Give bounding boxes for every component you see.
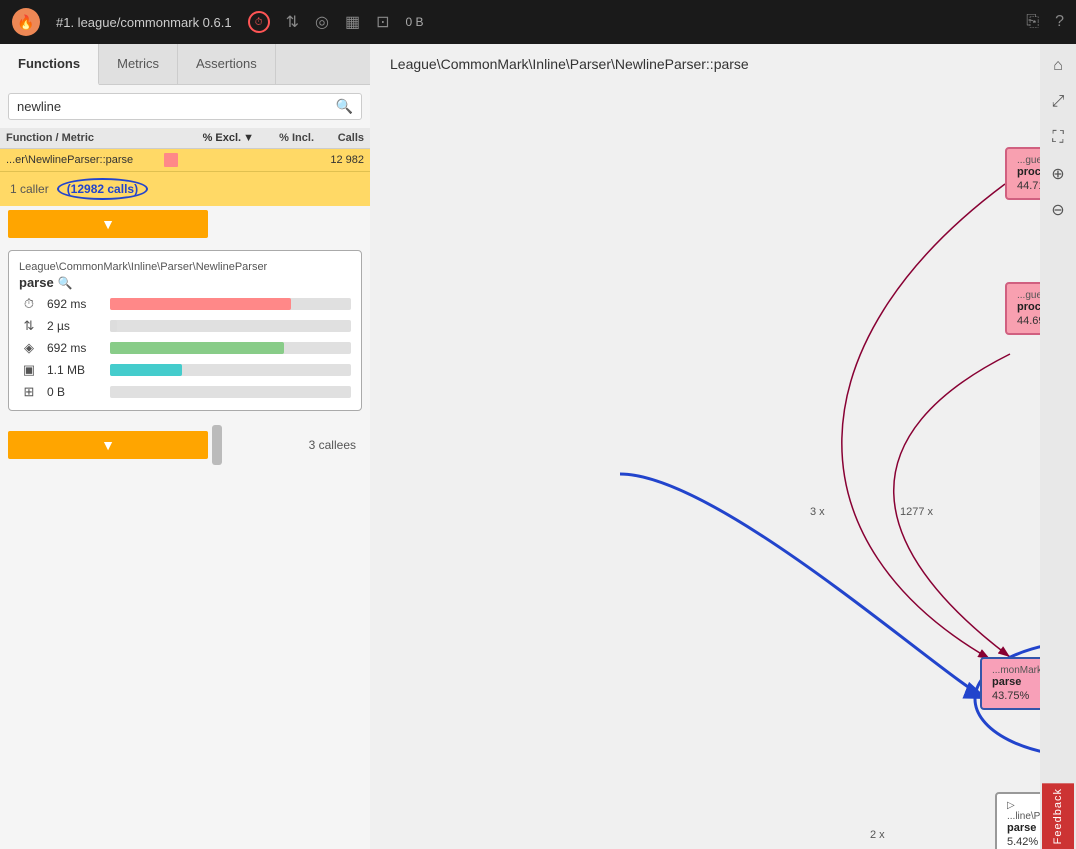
graph-title: League\CommonMark\Inline\Parser\NewlineP… bbox=[390, 56, 749, 72]
tabs-bar: Functions Metrics Assertions bbox=[0, 44, 370, 85]
func-namespace: League\CommonMark\Inline\Parser\NewlineP… bbox=[19, 261, 351, 273]
self-time-icon: ⇅ bbox=[19, 318, 39, 334]
project-title: #1. league/commonmark 0.6.1 bbox=[56, 15, 232, 30]
metric-mem-val: 1.1 MB bbox=[47, 363, 102, 377]
col-header-excl[interactable]: % Excl.▼ bbox=[184, 132, 254, 144]
graph-svg bbox=[370, 44, 1076, 849]
topbar: 🔥 #1. league/commonmark 0.6.1 ⏱ ⇅ ◎ ▦ ⊡ … bbox=[0, 0, 1076, 44]
calls-badge: (12982 calls) bbox=[57, 178, 148, 200]
edge-label-1277: 1277 x bbox=[900, 506, 933, 518]
left-panel: Functions Metrics Assertions 🔍 Function … bbox=[0, 44, 370, 849]
target-icon[interactable]: ◎ bbox=[315, 12, 329, 32]
func-bar bbox=[164, 153, 184, 167]
metric-self-bar bbox=[110, 320, 351, 332]
func-calls-val: 12 982 bbox=[314, 154, 364, 166]
func-detail-name: parse bbox=[19, 275, 54, 290]
metric-row-time: ⏱ 692 ms bbox=[19, 296, 351, 312]
search-bar[interactable]: 🔍 bbox=[8, 93, 362, 120]
app-logo[interactable]: 🔥 bbox=[12, 8, 40, 36]
search-icon[interactable]: 🔍 bbox=[336, 98, 353, 115]
metric-row-self: ⇅ 2 µs bbox=[19, 318, 351, 334]
edge-label-2: 2 x bbox=[870, 829, 885, 841]
share-icon[interactable]: ⎘ bbox=[1026, 13, 1039, 31]
tab-assertions[interactable]: Assertions bbox=[178, 44, 276, 84]
callees-count: 3 callees bbox=[222, 438, 362, 452]
metric-cpu-val: 692 ms bbox=[47, 341, 102, 355]
grid-icon[interactable]: ▦ bbox=[345, 12, 360, 32]
scroll-handle[interactable] bbox=[212, 425, 222, 465]
metric-self-val: 2 µs bbox=[47, 319, 102, 333]
status-badge: ⏱ bbox=[248, 11, 270, 33]
expand-icon[interactable]: ⤢ bbox=[1044, 88, 1072, 116]
func-detail-name-row: parse 🔍 bbox=[19, 275, 351, 290]
expand-callees-button[interactable]: ▼ bbox=[8, 431, 208, 459]
chip-icon[interactable]: ⊡ bbox=[376, 12, 389, 32]
caller-prefix: 1 caller bbox=[10, 182, 49, 196]
metric-time-val: 692 ms bbox=[47, 297, 102, 311]
sort-icon[interactable]: ⇅ bbox=[286, 12, 299, 32]
zoom-out-icon[interactable]: ⊖ bbox=[1044, 196, 1072, 224]
cpu-icon: ◈ bbox=[19, 340, 39, 356]
help-icon[interactable]: ? bbox=[1055, 13, 1064, 31]
tab-functions[interactable]: Functions bbox=[0, 44, 99, 85]
col-header-calls: Calls bbox=[314, 132, 364, 144]
zoom-in-icon[interactable]: ⊕ bbox=[1044, 160, 1072, 188]
func-detail-card: League\CommonMark\Inline\Parser\NewlineP… bbox=[8, 250, 362, 411]
metric-mem-bar bbox=[110, 364, 351, 376]
right-icons-panel: ⌂ ⤢ ⛶ ⊕ ⊖ Feedback bbox=[1040, 44, 1076, 849]
col-header-function: Function / Metric bbox=[6, 132, 184, 144]
col-header-incl: % Incl. bbox=[254, 132, 314, 144]
func-name-cell: ...er\NewlineParser::parse bbox=[6, 154, 164, 166]
metric-io-bar bbox=[110, 386, 351, 398]
metric-io-val: 0 B bbox=[47, 385, 102, 399]
mem-icon: ▣ bbox=[19, 362, 39, 378]
clock-icon: ⏱ bbox=[19, 296, 39, 312]
metric-row-mem: ▣ 1.1 MB bbox=[19, 362, 351, 378]
home-icon[interactable]: ⌂ bbox=[1044, 52, 1072, 80]
fullscreen-icon[interactable]: ⛶ bbox=[1044, 124, 1072, 152]
metric-row-io: ⊞ 0 B bbox=[19, 384, 351, 400]
metric-time-bar bbox=[110, 298, 351, 310]
io-icon: ⊞ bbox=[19, 384, 39, 400]
edge-label-3: 3 x bbox=[810, 506, 825, 518]
table-header: Function / Metric % Excl.▼ % Incl. Calls bbox=[0, 128, 370, 149]
metric-cpu-bar bbox=[110, 342, 351, 354]
tab-metrics[interactable]: Metrics bbox=[99, 44, 178, 84]
search-input[interactable] bbox=[17, 99, 336, 114]
graph-panel: League\CommonMark\Inline\Parser\NewlineP… bbox=[370, 44, 1076, 849]
metric-row-cpu: ◈ 692 ms bbox=[19, 340, 351, 356]
feedback-tab[interactable]: Feedback bbox=[1042, 783, 1074, 849]
func-detail-search-icon[interactable]: 🔍 bbox=[58, 276, 73, 290]
memory-value: 0 B bbox=[406, 15, 424, 29]
table-row[interactable]: ...er\NewlineParser::parse 12 982 bbox=[0, 149, 370, 172]
caller-info: 1 caller (12982 calls) bbox=[0, 172, 370, 206]
expand-callers-button[interactable]: ▼ bbox=[8, 210, 208, 238]
